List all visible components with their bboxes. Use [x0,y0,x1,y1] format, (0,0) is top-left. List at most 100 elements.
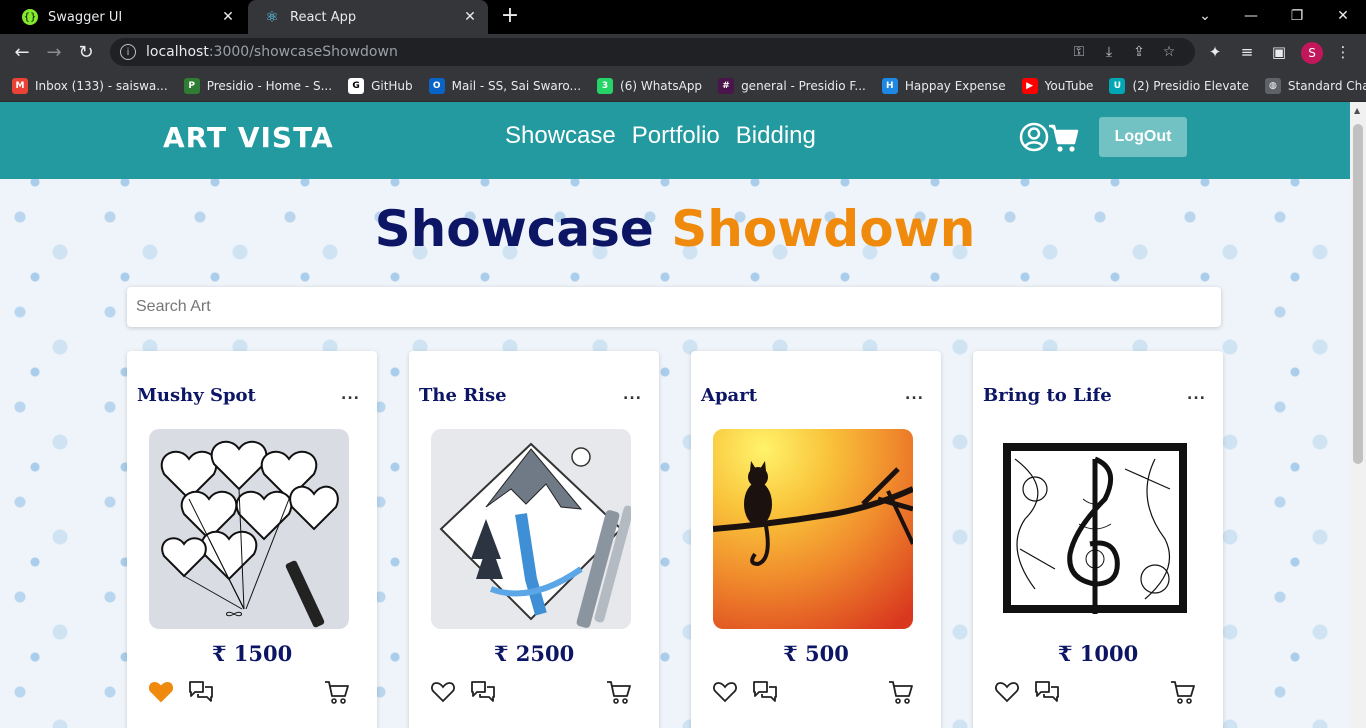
tab-react-app[interactable]: ⚛ React App ✕ [248,0,488,34]
bookmark-label: YouTube [1044,78,1094,93]
install-icon[interactable]: ⤓ [1100,43,1118,61]
nav-link-portfolio[interactable]: Portfolio [632,122,720,150]
key-icon[interactable]: ⚿ [1070,43,1088,61]
forward-button[interactable]: → [42,40,66,64]
heart-icon[interactable] [712,679,738,705]
comments-icon[interactable] [188,679,214,705]
back-button[interactable]: ← [10,40,34,64]
logout-button[interactable]: LogOut [1099,117,1187,157]
bookmark-label: Presidio - Home - S... [206,78,333,93]
bookmark-star-icon[interactable]: ☆ [1160,43,1178,61]
browser-menu-icon[interactable]: ⋮ [1333,42,1353,62]
card-options-icon[interactable]: ... [623,387,642,403]
heart-icon[interactable] [430,679,456,705]
page-scrollbar[interactable]: ▲ [1350,102,1366,728]
bookmark-label: Mail - SS, Sai Swaro... [451,78,582,93]
address-bar[interactable]: i localhost:3000/showcaseShowdown ⚿ ⤓ ⇪ … [110,38,1195,66]
bookmark-item[interactable]: ▶ YouTube [1021,77,1094,94]
brand-logo[interactable]: ART VISTA [163,121,334,154]
restore-button[interactable]: ❐ [1274,0,1320,32]
art-card[interactable]: Mushy Spot ... ₹ 1500 [127,351,377,728]
card-options-icon[interactable]: ... [905,387,924,403]
close-window-button[interactable]: ✕ [1320,0,1366,32]
browser-tab-strip: {} Swagger UI ✕ ⚛ React App ✕ + ⌄ — ❐ ✕ [0,0,1366,34]
reading-list-icon[interactable]: ≡ [1237,42,1257,62]
bookmark-item[interactable]: # general - Presidio F... [718,77,866,94]
art-card[interactable]: Bring to Life ... ₹ 1000 [973,351,1223,728]
heart-icon[interactable] [148,679,174,705]
nav-link-showcase[interactable]: Showcase [505,122,616,150]
add-to-cart-icon[interactable] [1170,679,1196,705]
url-host: localhost [146,44,209,60]
art-image[interactable] [431,429,631,629]
bookmark-label: general - Presidio F... [741,78,866,93]
add-to-cart-icon[interactable] [606,679,632,705]
minimize-button[interactable]: — [1228,0,1274,32]
profile-avatar[interactable]: S [1301,42,1323,64]
github-icon: G [348,77,365,94]
slack-icon: # [718,77,735,94]
comments-icon[interactable] [1034,679,1060,705]
art-title: The Rise [419,385,507,406]
tab-title: React App [290,9,357,25]
url-path: :3000/showcaseShowdown [208,44,398,60]
cart-icon[interactable] [1048,122,1080,154]
close-tab-icon[interactable]: ✕ [462,9,478,25]
page-title: Showcase Showdown [0,200,1350,258]
art-card[interactable]: Apart ... ₹ 500 [691,351,941,728]
bookmark-item[interactable]: H Happay Expense [881,77,1006,94]
user-profile-icon[interactable] [1019,122,1049,152]
bookmark-item[interactable]: P Presidio - Home - S... [183,77,333,94]
globe-icon: ◍ [1264,77,1281,94]
bookmark-item[interactable]: M Inbox (133) - saiswa... [12,77,168,94]
reload-button[interactable]: ↻ [74,40,98,64]
comments-icon[interactable] [752,679,778,705]
presidio-icon: P [183,77,200,94]
top-navbar: ART VISTA Showcase Portfolio Bidding Log… [0,102,1350,179]
close-tab-icon[interactable]: ✕ [220,9,236,25]
happay-icon: H [881,77,898,94]
bookmarks-bar: M Inbox (133) - saiswa... P Presidio - Home… [0,70,1366,102]
page-title-part2: Showdown [671,200,976,258]
site-info-icon[interactable]: i [120,44,136,60]
comments-icon[interactable] [470,679,496,705]
page-title-part1: Showcase [374,200,654,258]
bookmark-item[interactable]: ◍ Standard Chartered... [1264,77,1366,94]
bookmark-item[interactable]: O Mail - SS, Sai Swaro... [428,77,582,94]
gmail-icon: M [12,77,28,94]
bookmark-label: Standard Chartered... [1287,78,1366,93]
card-options-icon[interactable]: ... [1187,387,1206,403]
tab-title: Swagger UI [48,9,123,25]
youtube-icon: ▶ [1021,77,1038,94]
search-input[interactable] [127,287,1221,327]
elevate-icon: U [1109,77,1126,94]
bookmark-label: (2) Presidio Elevate [1132,78,1249,93]
browser-toolbar: ← → ↻ i localhost:3000/showcaseShowdown … [0,34,1366,70]
art-card[interactable]: The Rise ... ₹ 2500 [409,351,659,728]
add-to-cart-icon[interactable] [888,679,914,705]
bookmark-item[interactable]: 3 (6) WhatsApp [597,77,702,94]
react-favicon-icon: ⚛ [265,8,279,26]
tab-search-chevron-icon[interactable]: ⌄ [1182,0,1228,32]
scrollbar-thumb[interactable] [1353,124,1363,464]
nav-link-bidding[interactable]: Bidding [736,122,816,150]
art-image[interactable] [149,429,349,629]
extensions-icon[interactable]: ✦ [1205,42,1225,62]
nav-links: Showcase Portfolio Bidding [505,122,816,150]
bookmark-item[interactable]: G GitHub [348,77,413,94]
whatsapp-icon: 3 [597,77,614,94]
heart-icon[interactable] [994,679,1020,705]
page-viewport: ART VISTA Showcase Portfolio Bidding Log… [0,102,1350,728]
scroll-up-icon[interactable]: ▲ [1354,106,1360,115]
bookmark-label: GitHub [371,78,413,93]
side-panel-icon[interactable]: ▣ [1269,42,1289,62]
add-to-cart-icon[interactable] [324,679,350,705]
card-options-icon[interactable]: ... [341,387,360,403]
art-image[interactable] [995,429,1195,629]
art-image[interactable] [713,429,913,629]
bookmark-label: Inbox (133) - saiswa... [35,78,168,93]
tab-swagger-ui[interactable]: {} Swagger UI ✕ [6,0,246,34]
bookmark-item[interactable]: U (2) Presidio Elevate [1109,77,1249,94]
share-icon[interactable]: ⇪ [1130,43,1148,61]
new-tab-button[interactable]: + [498,4,522,28]
